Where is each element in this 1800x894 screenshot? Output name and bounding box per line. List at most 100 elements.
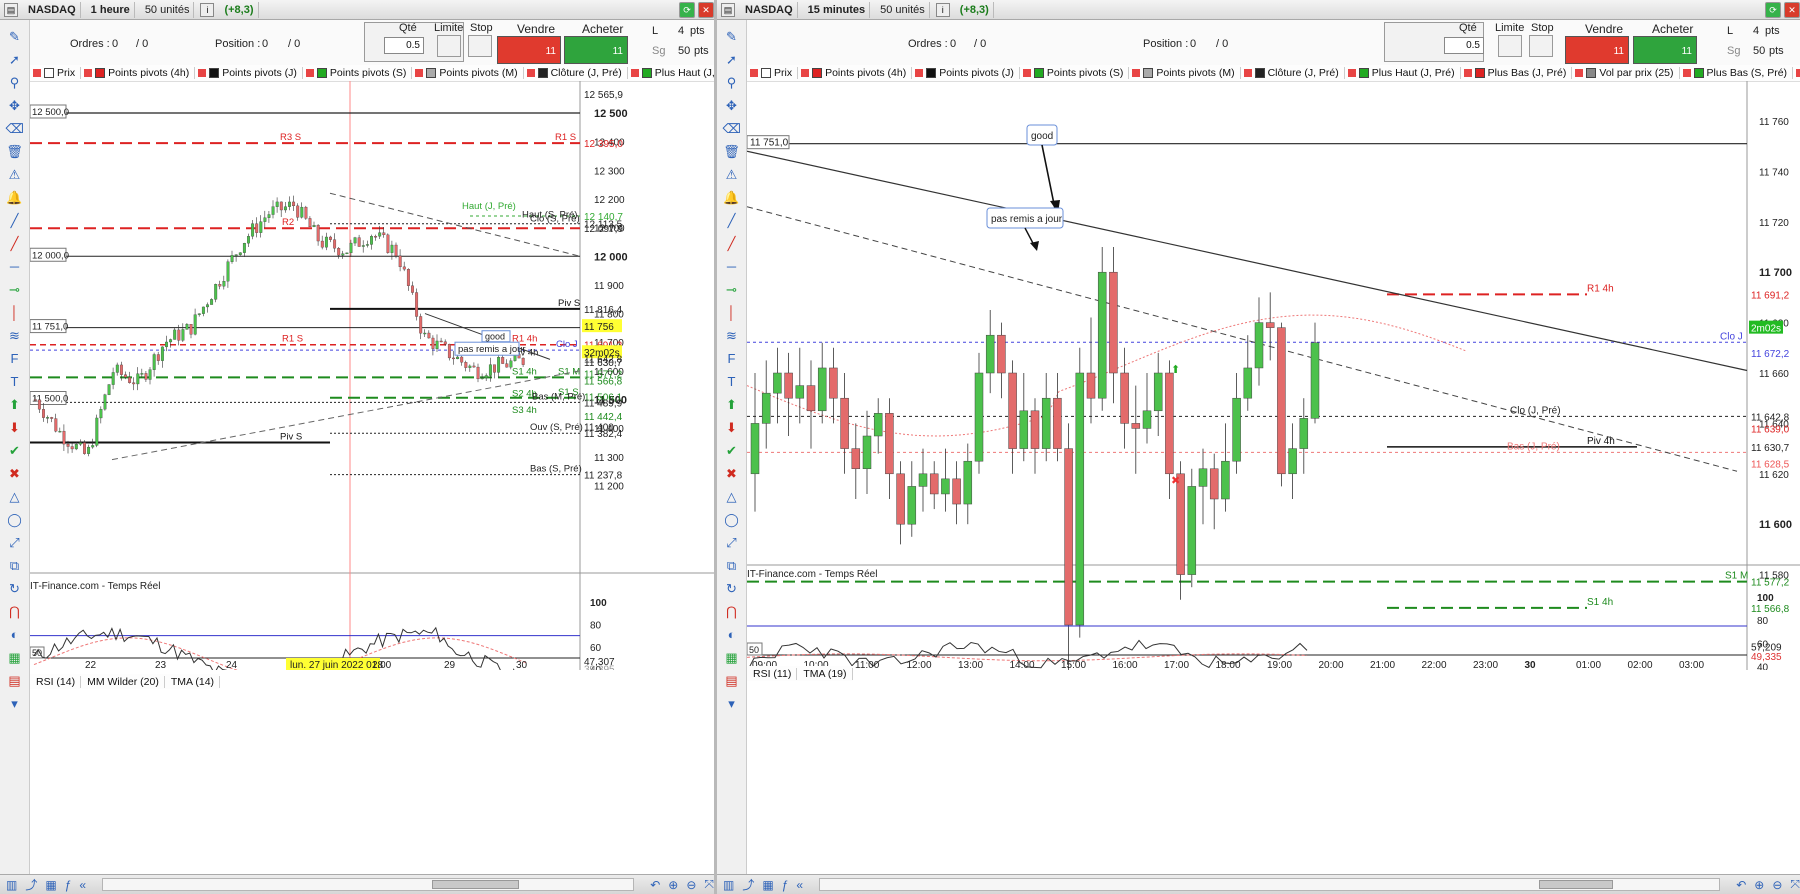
info-icon[interactable]: i: [200, 2, 215, 17]
scroll-left-icon[interactable]: «: [79, 878, 86, 892]
zoom-icon[interactable]: ⚲: [723, 74, 741, 91]
sell-button[interactable]: 11 671,7: [497, 36, 561, 92]
channel-icon[interactable]: ≋: [723, 327, 741, 344]
timeframe-selector[interactable]: 15 minutes: [804, 1, 871, 18]
arrow-up-icon[interactable]: ⬆: [6, 396, 24, 413]
clone-icon[interactable]: ⧉: [6, 557, 24, 574]
remove-icon[interactable]: [84, 69, 93, 77]
text-icon[interactable]: T: [723, 373, 741, 390]
legend-item[interactable]: Points pivots (4h): [81, 67, 196, 79]
units-selector[interactable]: 50 unités: [876, 1, 930, 18]
price-chart[interactable]: 12 50012 40012 30012 20012 10012 00011 9…: [30, 81, 714, 670]
remove-icon[interactable]: [1022, 69, 1031, 77]
arrow-down-icon[interactable]: ⬇: [6, 419, 24, 436]
legend-item[interactable]: TMA (19): [797, 667, 853, 680]
legend-item[interactable]: Plus Bas (J, Pré): [1461, 67, 1573, 79]
legend-item[interactable]: Plus Bas (S, Pré): [1680, 67, 1794, 79]
legend-item[interactable]: Vol par prix (25): [1572, 67, 1680, 79]
check-icon[interactable]: ✔: [6, 442, 24, 459]
remove-icon[interactable]: [1575, 69, 1584, 77]
vline-icon[interactable]: │: [723, 304, 741, 321]
pencil-icon[interactable]: ✎: [6, 28, 24, 45]
fibo-icon[interactable]: F: [6, 350, 24, 367]
remove-icon[interactable]: [1682, 69, 1691, 77]
legend-item[interactable]: Prix: [747, 67, 799, 79]
hray-icon[interactable]: ⊸: [6, 281, 24, 298]
ray-icon[interactable]: ╱: [6, 235, 24, 252]
line-icon[interactable]: ╱: [6, 212, 24, 229]
remove-icon[interactable]: [1347, 69, 1356, 77]
scroll-down-icon[interactable]: ▾: [6, 695, 24, 712]
text-icon[interactable]: T: [6, 373, 24, 390]
hray-icon[interactable]: ⊸: [723, 281, 741, 298]
symbol-selector[interactable]: NASDAQ: [741, 1, 798, 18]
move-icon[interactable]: ✥: [6, 97, 24, 114]
zoom-out-icon[interactable]: ⊖: [686, 878, 696, 892]
reset-icon[interactable]: ⤧: [704, 877, 714, 892]
arrow-up-icon[interactable]: ⬆: [723, 396, 741, 413]
ray-icon[interactable]: ╱: [723, 235, 741, 252]
zoom-in-icon[interactable]: ⊕: [1754, 878, 1764, 892]
l-checkbox[interactable]: L: [652, 25, 658, 37]
move-icon[interactable]: ✥: [723, 97, 741, 114]
stop-button[interactable]: [1529, 35, 1553, 57]
close-icon[interactable]: ✕: [1784, 1, 1800, 18]
scroll-down-icon[interactable]: ▾: [723, 695, 741, 712]
legend-item[interactable]: Points pivots (4h): [798, 67, 913, 79]
pts-top[interactable]: 4: [678, 25, 684, 37]
legend-item[interactable]: Points pivots (J): [195, 67, 303, 79]
legend-item[interactable]: Clôture (J, Pré): [524, 67, 628, 79]
rotate-icon[interactable]: ↻: [723, 580, 741, 597]
legend-item[interactable]: Points pivots (M): [1129, 67, 1241, 79]
menu-icon[interactable]: ▤: [721, 2, 735, 17]
legend-item[interactable]: Plus Haut (S, Pré): [1793, 67, 1800, 79]
zoom-icon[interactable]: ⚲: [6, 74, 24, 91]
line-icon[interactable]: ╱: [723, 212, 741, 229]
stop-button[interactable]: [468, 35, 492, 57]
zoom-in-icon[interactable]: ⊕: [668, 878, 678, 892]
rotate-icon[interactable]: ↻: [6, 580, 24, 597]
legend-item[interactable]: Plus Haut (J, Pré): [1345, 67, 1461, 79]
cross-icon[interactable]: ✖: [6, 465, 24, 482]
remove-icon[interactable]: [1132, 69, 1141, 77]
clone-icon[interactable]: ⧉: [723, 557, 741, 574]
check-icon[interactable]: ✔: [723, 442, 741, 459]
units-selector[interactable]: 50 unités: [141, 1, 195, 18]
symbol-selector[interactable]: NASDAQ: [24, 1, 81, 18]
remove-icon[interactable]: [1796, 69, 1800, 77]
hide-icon[interactable]: ◐: [723, 626, 741, 643]
vline-icon[interactable]: │: [6, 304, 24, 321]
buy-button[interactable]: 11 672,7: [564, 36, 628, 92]
reset-icon[interactable]: ⤧: [1790, 877, 1800, 892]
indicator-icon[interactable]: ƒ: [65, 878, 72, 892]
legend-item[interactable]: TMA (14): [165, 675, 221, 688]
remove-icon[interactable]: [630, 69, 639, 77]
triangle-icon[interactable]: △: [723, 488, 741, 505]
legend-item[interactable]: Plus Haut (J, Pré): [628, 67, 714, 79]
trash-icon[interactable]: 🗑: [723, 143, 741, 160]
remove-icon[interactable]: [415, 69, 424, 77]
legend-item[interactable]: Points pivots (M): [412, 67, 524, 79]
pts-bottom[interactable]: 50: [678, 45, 690, 57]
arrow-down-icon[interactable]: ⬇: [723, 419, 741, 436]
undo-icon[interactable]: ↶: [1736, 878, 1746, 892]
layout-icon[interactable]: ▦: [762, 878, 773, 892]
time-scrollbar[interactable]: [819, 878, 1721, 891]
menu-icon[interactable]: ▤: [4, 2, 18, 17]
qty-input[interactable]: 0.5: [1444, 37, 1484, 54]
sg-checkbox[interactable]: Sg: [1727, 45, 1740, 57]
triangle-icon[interactable]: △: [6, 488, 24, 505]
remove-icon[interactable]: [915, 69, 924, 77]
legend-item[interactable]: Prix: [30, 67, 82, 79]
ellipse-icon[interactable]: ◯: [723, 511, 741, 528]
close-icon[interactable]: ✕: [698, 1, 714, 18]
pencil-icon[interactable]: ✎: [723, 28, 741, 45]
bell-icon[interactable]: 🔔: [6, 189, 24, 206]
delete-all-icon[interactable]: ▤: [6, 672, 24, 689]
bell-icon[interactable]: 🔔: [723, 189, 741, 206]
alert-icon[interactable]: ⚠: [6, 166, 24, 183]
l-checkbox[interactable]: L: [1727, 25, 1733, 37]
legend-item[interactable]: Clôture (J, Pré): [1241, 67, 1345, 79]
buy-button[interactable]: 11 672,7: [1633, 36, 1697, 92]
share-icon[interactable]: ⤴: [25, 876, 37, 893]
